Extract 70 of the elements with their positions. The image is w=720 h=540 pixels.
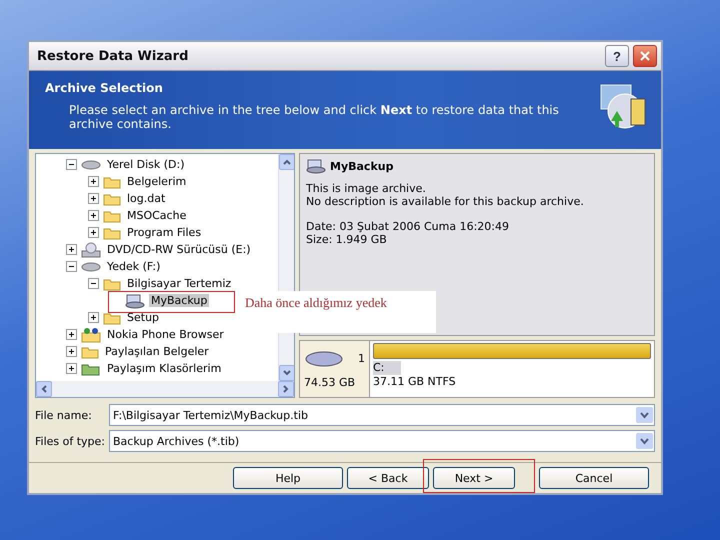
help-button[interactable]: ?	[605, 45, 629, 67]
archive-info: Date: 03 Şubat 2006 Cuma 16:20:49	[306, 220, 510, 233]
wizard-button[interactable]: Help	[233, 467, 343, 489]
step-title: Archive Selection	[45, 81, 164, 95]
expand-icon[interactable]	[66, 363, 77, 374]
close-icon	[639, 50, 651, 62]
wizard-button[interactable]: Next >	[433, 467, 515, 489]
close-button[interactable]	[633, 45, 657, 67]
tree-item[interactable]: MyBackup	[149, 294, 210, 307]
tree-item[interactable]: Program Files	[125, 226, 204, 239]
folder-icon	[103, 192, 121, 206]
partition-info: 37.11 GB NTFS	[373, 375, 457, 389]
archive-name: MyBackup	[330, 160, 394, 172]
disc-drive-icon	[81, 242, 101, 258]
window-title: Restore Data Wizard	[37, 48, 190, 64]
scroll-down-icon[interactable]	[279, 365, 294, 381]
drive-icon	[81, 260, 101, 272]
dropdown-icon[interactable]	[636, 407, 653, 423]
combo-field[interactable]: Backup Archives (*.tib)	[109, 430, 655, 452]
tree-item[interactable]: Belgelerim	[125, 175, 188, 188]
expand-icon[interactable]	[88, 176, 99, 187]
folder-icon	[103, 208, 121, 222]
tree-item[interactable]: Yerel Disk (D:)	[105, 158, 187, 171]
expand-icon[interactable]	[88, 227, 99, 238]
scroll-right-icon[interactable]	[278, 381, 294, 397]
folder-icon	[103, 226, 121, 240]
collapse-icon[interactable]	[88, 278, 99, 289]
tree-item[interactable]: log.dat	[125, 192, 168, 205]
field-label: File name:	[35, 408, 93, 422]
folder-icon	[103, 310, 121, 324]
combo-field[interactable]: F:\Bilgisayar Tertemiz\MyBackup.tib	[109, 404, 655, 426]
tree-item[interactable]: DVD/CD-RW Sürücüsü (E:)	[105, 243, 253, 256]
horizontal-scrollbar[interactable]	[36, 381, 294, 397]
expand-icon[interactable]	[66, 329, 77, 340]
shared-folder-icon	[81, 362, 101, 376]
folder-icon	[103, 174, 121, 188]
disk-number: 1	[358, 352, 365, 366]
scroll-left-icon[interactable]	[36, 381, 52, 397]
disk-size: 74.53 GB	[304, 376, 356, 390]
expand-icon[interactable]	[88, 312, 99, 323]
collapse-icon[interactable]	[66, 159, 77, 170]
drive-icon	[81, 158, 101, 170]
expand-icon[interactable]	[66, 244, 77, 255]
backup-drive-icon	[306, 158, 326, 174]
partition-label: C:	[373, 361, 401, 375]
tree-item[interactable]: Nokia Phone Browser	[105, 328, 226, 341]
description-text: This is image archive.	[306, 182, 427, 195]
tree-item[interactable]: MSOCache	[125, 209, 188, 222]
expand-icon[interactable]	[88, 210, 99, 221]
hard-disk-icon	[304, 348, 344, 369]
archive-info: Size: 1.949 GB	[306, 233, 388, 246]
collapse-icon[interactable]	[66, 261, 77, 272]
description-text: No description is available for this backup archive.	[306, 195, 585, 208]
field-label: Files of type:	[35, 434, 106, 448]
expand-icon[interactable]	[66, 346, 77, 357]
wizard-button[interactable]: < Back	[347, 467, 429, 489]
scroll-up-icon[interactable]	[279, 154, 294, 170]
folder-icon	[81, 344, 99, 358]
tree-item[interactable]: Paylaşım Klasörlerim	[105, 362, 224, 375]
tree-item[interactable]: Bilgisayar Tertemiz	[125, 277, 234, 290]
phone-folder-icon	[81, 326, 101, 342]
backup-drive-icon	[125, 292, 145, 308]
tree-item[interactable]: Yedek (F:)	[105, 260, 162, 273]
wizard-button[interactable]: Cancel	[539, 467, 649, 489]
tree-item[interactable]: Setup	[125, 311, 162, 324]
expand-icon[interactable]	[88, 193, 99, 204]
tree-item[interactable]: Paylaşılan Belgeler	[103, 345, 211, 358]
folder-icon	[103, 276, 121, 290]
step-description: Please select an archive in the tree below and click Next to restore data that this archive contains.	[68, 103, 560, 131]
dropdown-icon[interactable]	[636, 433, 653, 449]
